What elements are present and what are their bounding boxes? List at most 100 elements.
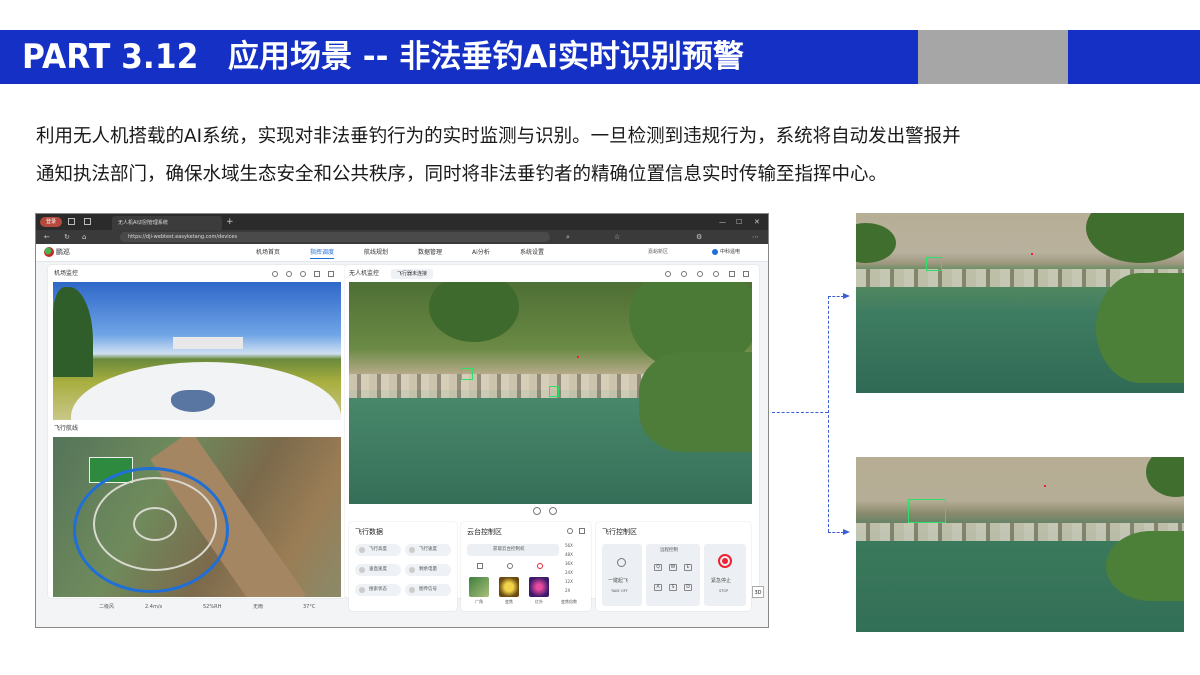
- nav-system-settings[interactable]: 系统设置: [520, 247, 544, 258]
- key-w[interactable]: W: [669, 564, 677, 571]
- flight-data-card: 飞行数据 飞行高度 飞行速度 垂直速度 剩余电量 搜索状态 图传信号: [349, 522, 457, 611]
- key-s[interactable]: S: [669, 584, 677, 591]
- play-icon[interactable]: [300, 271, 306, 277]
- weather-status-bar: 二级风 2.4m/s 52%RH 无雨 37°C: [53, 600, 753, 614]
- battery-label: 剩余电量: [419, 567, 437, 572]
- signal-label: 图传信号: [419, 587, 437, 592]
- settings-icon[interactable]: ⚙: [696, 232, 702, 242]
- key-q[interactable]: Q: [654, 564, 662, 571]
- arrow-top-icon: [843, 293, 850, 299]
- refresh-icon[interactable]: ↻: [64, 232, 70, 242]
- map-route-line: [73, 467, 229, 593]
- search-status-label: 搜索状态: [369, 587, 387, 592]
- takeoff-en-label: TAKE OFF: [611, 589, 628, 593]
- flight-control-title: 飞行控制区: [602, 528, 637, 536]
- photo1-marker: [1031, 253, 1033, 255]
- region-select[interactable]: 嘉峪新区: [648, 247, 668, 258]
- gimbal-settings-icon[interactable]: [579, 528, 585, 534]
- zoom-level-48x[interactable]: 48X: [565, 551, 573, 558]
- takeoff-icon: [617, 558, 626, 567]
- stop-label: 紧急停止: [711, 578, 732, 584]
- nav-ai-analysis[interactable]: Ai分析: [472, 247, 490, 258]
- video-play-icon[interactable]: [697, 271, 703, 277]
- browser-tab[interactable]: 无人机AI识别管理系统: [112, 216, 222, 230]
- new-tab-icon[interactable]: +: [226, 215, 234, 229]
- camera-mode-icon[interactable]: [477, 563, 483, 569]
- record-icon[interactable]: [286, 271, 292, 277]
- zoom-level-12x[interactable]: 12X: [565, 578, 573, 585]
- get-gimbal-control-label: 获取云台控制权: [493, 547, 525, 552]
- search-status-icon: [359, 587, 365, 593]
- fullscreen-icon[interactable]: [328, 271, 334, 277]
- nav-route-planning[interactable]: 航线规划: [364, 247, 388, 258]
- takeoff-button[interactable]: 一键起飞 TAKE OFF: [602, 544, 642, 606]
- login-badge[interactable]: 登录: [40, 217, 62, 227]
- maximize-icon[interactable]: ☐: [736, 216, 742, 228]
- video-expand-icon[interactable]: [729, 271, 735, 277]
- video-home-icon[interactable]: [549, 507, 557, 515]
- zoom-thumbnail[interactable]: [499, 577, 519, 597]
- photo1-reeds: [1096, 273, 1184, 383]
- vertical-speed-chip: 垂直速度: [355, 564, 401, 576]
- zoom-icon[interactable]: ⌕: [566, 232, 570, 242]
- altitude-icon: [359, 547, 365, 553]
- altitude-label: 飞行高度: [369, 547, 387, 552]
- tab-list-icon[interactable]: [84, 218, 91, 225]
- drone-connection-status: 飞行器未连接: [391, 269, 434, 279]
- gimbal-reset-icon[interactable]: [567, 528, 573, 534]
- home-icon[interactable]: ⌂: [82, 232, 86, 242]
- photo2-detection-box: [908, 499, 946, 523]
- tab-actions-icon[interactable]: [68, 218, 75, 225]
- gimbal-card: 云台控制区 获取云台控制权 广角 变焦 红外 56X 48X 36X 24X 1…: [461, 522, 591, 611]
- nav-dispatch[interactable]: 指挥调度: [310, 247, 335, 259]
- zoom-level-56x[interactable]: 56X: [565, 542, 573, 549]
- close-icon[interactable]: ✕: [754, 216, 760, 228]
- video-reeds: [639, 352, 752, 452]
- search-status-chip: 搜索状态: [355, 584, 401, 596]
- key-d[interactable]: D: [684, 584, 692, 591]
- url-field[interactable]: https://dji-webtest.easyketang.com/devic…: [120, 232, 550, 242]
- photo2-marker: [1044, 485, 1046, 487]
- zoom-level-24x[interactable]: 24X: [565, 569, 573, 576]
- video-pan-icon[interactable]: [533, 507, 541, 515]
- zoom-level-2x[interactable]: 2X: [565, 587, 570, 594]
- nav-airport-home[interactable]: 机场首页: [256, 247, 280, 258]
- grid-mode-icon[interactable]: [507, 563, 513, 569]
- user-menu[interactable]: 中科遥电: [712, 247, 740, 258]
- get-gimbal-control-button[interactable]: 获取云台控制权: [467, 544, 559, 556]
- part-number: PART 3.12: [22, 37, 199, 77]
- battery-icon: [409, 567, 415, 573]
- system-screenshot: 登录 无人机AI识别管理系统 + — ☐ ✕ ← ↻ ⌂ https://dji…: [35, 213, 769, 628]
- speed-chip: 飞行速度: [405, 544, 451, 556]
- view-3d-button[interactable]: 3D: [752, 586, 764, 598]
- drone-video-feed: [349, 282, 752, 504]
- favorite-icon[interactable]: ☆: [614, 232, 620, 242]
- screenshot-icon[interactable]: [314, 271, 320, 277]
- video-fullscreen-icon[interactable]: [743, 271, 749, 277]
- rain-status: 无雨: [253, 604, 264, 610]
- record-mode-icon[interactable]: [537, 563, 543, 569]
- connector-bottom: [828, 532, 844, 533]
- wide-thumbnail[interactable]: [469, 577, 489, 597]
- refresh-stream-icon[interactable]: [272, 271, 278, 277]
- stop-icon: [718, 554, 732, 568]
- video-snapshot-icon[interactable]: [713, 271, 719, 277]
- feed-building: [173, 337, 243, 349]
- video-tree: [429, 282, 519, 342]
- nav-data-management[interactable]: 数据管理: [418, 247, 442, 258]
- photo2-reeds: [1106, 531, 1184, 601]
- emergency-stop-button[interactable]: 紧急停止 STOP: [704, 544, 746, 606]
- video-record-icon[interactable]: [681, 271, 687, 277]
- infrared-thumbnail[interactable]: [529, 577, 549, 597]
- key-e[interactable]: E: [684, 564, 692, 571]
- minimize-icon[interactable]: —: [719, 216, 726, 228]
- drone-monitor-title: 无人机监控: [349, 270, 380, 277]
- key-a[interactable]: A: [654, 584, 662, 591]
- back-icon[interactable]: ←: [44, 232, 50, 242]
- more-icon[interactable]: ⋯: [752, 232, 759, 242]
- zoom-level-36x[interactable]: 36X: [565, 560, 573, 567]
- video-refresh-icon[interactable]: [665, 271, 671, 277]
- flight-route-map[interactable]: [53, 437, 341, 597]
- header-bar: PART 3.12 应用场景 -- 非法垂钓Ai实时识别预警: [0, 30, 1200, 84]
- vertical-speed-label: 垂直速度: [369, 567, 387, 572]
